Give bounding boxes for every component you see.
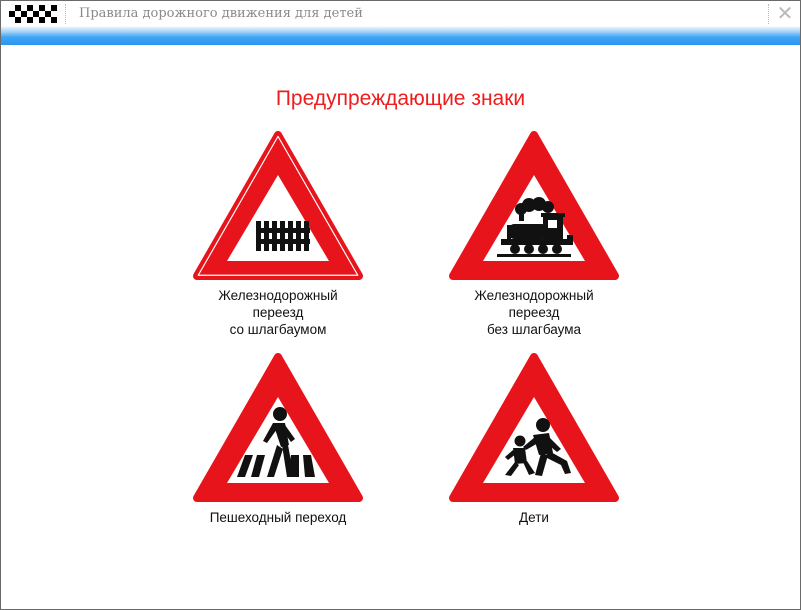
checkered-logo-icon <box>9 5 57 23</box>
close-icon[interactable]: ✕ <box>774 1 796 25</box>
page-title: Предупреждающие знаки <box>275 87 526 110</box>
sign-card-railway-without-barrier[interactable]: Железнодорожный переезд без шлагбаума <box>414 131 654 338</box>
railway-crossing-with-barrier-icon[interactable] <box>193 131 363 281</box>
app-window: Правила дорожного движения для детей ✕ П… <box>0 0 801 610</box>
sign-card-children[interactable]: Дети <box>414 351 654 526</box>
children-icon[interactable] <box>449 351 619 503</box>
sign-caption: Железнодорожный переезд без шлагбаума <box>474 288 594 337</box>
sign-caption: Железнодорожный переезд со шлагбаумом <box>218 288 338 337</box>
pedestrian-crossing-icon[interactable] <box>193 351 363 503</box>
title-bar: Правила дорожного движения для детей ✕ <box>1 1 800 45</box>
sign-card-railway-with-barrier[interactable]: Железнодорожный переезд со шлагбаумом <box>158 131 398 338</box>
close-separator <box>768 4 769 24</box>
title-separator <box>65 4 66 24</box>
sign-caption: Дети <box>519 510 549 525</box>
app-title: Правила дорожного движения для детей <box>79 6 363 21</box>
railway-crossing-without-barrier-icon[interactable] <box>449 131 619 281</box>
sign-caption: Пешеходный переход <box>209 510 347 525</box>
sign-card-pedestrian-crossing[interactable]: Пешеходный переход <box>158 351 398 526</box>
